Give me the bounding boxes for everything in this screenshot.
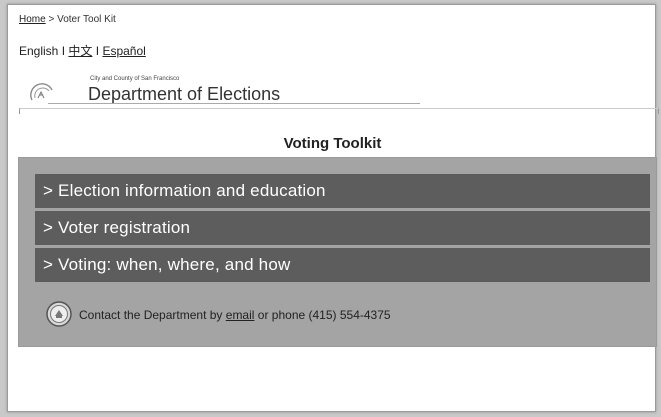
breadcrumb: Home > Voter Tool Kit — [19, 14, 116, 25]
contact-prefix: Contact the Department by — [79, 308, 223, 322]
breadcrumb-separator: > — [48, 14, 55, 25]
language-chinese-link[interactable]: 中文 — [68, 44, 92, 58]
contact-suffix: or phone (415) 554-4375 — [257, 308, 391, 322]
toolkit-panel: > Election information and education > V… — [18, 157, 657, 347]
content-frame-top — [19, 108, 659, 114]
menu-item-election-information[interactable]: > Election information and education — [35, 174, 650, 208]
menu-item-voter-registration[interactable]: > Voter registration — [35, 211, 650, 245]
contact-email-link[interactable]: email — [226, 308, 255, 322]
city-seal-icon — [30, 83, 53, 101]
language-switcher: English I 中文 I Español — [19, 42, 146, 59]
browser-page: Home > Voter Tool Kit English I 中文 I Esp… — [7, 4, 659, 412]
language-english: English — [19, 44, 59, 58]
seal-icon — [46, 301, 72, 327]
language-separator: I — [61, 44, 66, 58]
page-title: Voting Toolkit — [283, 135, 382, 152]
menu-item-voting-when-where-how[interactable]: > Voting: when, where, and how — [35, 248, 650, 282]
header-divider — [48, 103, 420, 104]
department-name: Department of Elections — [88, 84, 281, 104]
language-separator: I — [95, 44, 100, 58]
contact-text: Contact the Department by email or phone… — [79, 308, 391, 322]
city-county-label: City and County of San Francisco — [90, 76, 180, 82]
language-spanish-link[interactable]: Español — [102, 44, 145, 58]
breadcrumb-current: Voter Tool Kit — [57, 14, 116, 25]
breadcrumb-home-link[interactable]: Home — [19, 14, 46, 25]
